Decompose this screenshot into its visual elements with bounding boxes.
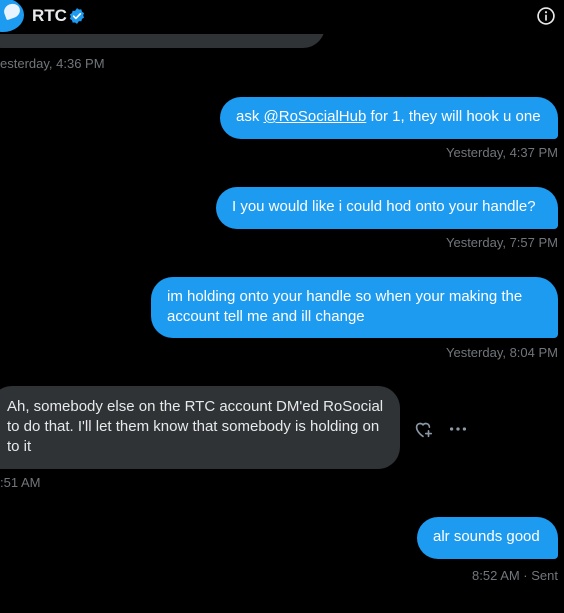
outgoing-message-bubble[interactable]: im holding onto your handle so when your… xyxy=(151,277,558,338)
message-text: im holding onto your handle so when your… xyxy=(167,288,523,325)
outgoing-message-bubble[interactable]: I you would like i could hod onto your h… xyxy=(216,187,558,229)
message-text: I you would like i could hod onto your h… xyxy=(232,198,536,215)
outgoing-message-bubble[interactable]: alr sounds good xyxy=(417,517,558,559)
message-timestamp: esterday, 4:36 PM xyxy=(0,56,105,71)
conversation-title[interactable]: RTC xyxy=(32,6,67,26)
message-text: Ah, somebody else on the RTC account DM'… xyxy=(7,398,384,455)
message-timestamp: Yesterday, 7:57 PM xyxy=(445,235,558,250)
message-status: 8:52 AM · Sent xyxy=(472,568,558,583)
message-timestamp: :51 AM xyxy=(0,475,41,490)
bird-logo-icon xyxy=(2,1,22,21)
incoming-message-bubble[interactable]: Ah, somebody else on the RTC account DM'… xyxy=(0,386,400,469)
message-timestamp: Yesterday, 4:37 PM xyxy=(445,145,558,160)
outgoing-message-bubble[interactable]: ask @RoSocialHub for 1, they will hook u… xyxy=(220,97,558,139)
message-text: ask xyxy=(236,108,264,125)
verified-badge-icon xyxy=(69,8,85,24)
more-icon[interactable] xyxy=(447,418,469,440)
message-timestamp: Yesterday, 8:04 PM xyxy=(445,345,558,360)
message-text: for 1, they will hook u one xyxy=(366,108,541,125)
message-text: alr sounds good xyxy=(433,528,540,545)
mention-link[interactable]: @RoSocialHub xyxy=(264,108,367,125)
heart-plus-icon[interactable] xyxy=(412,418,434,440)
info-icon[interactable] xyxy=(536,6,556,26)
